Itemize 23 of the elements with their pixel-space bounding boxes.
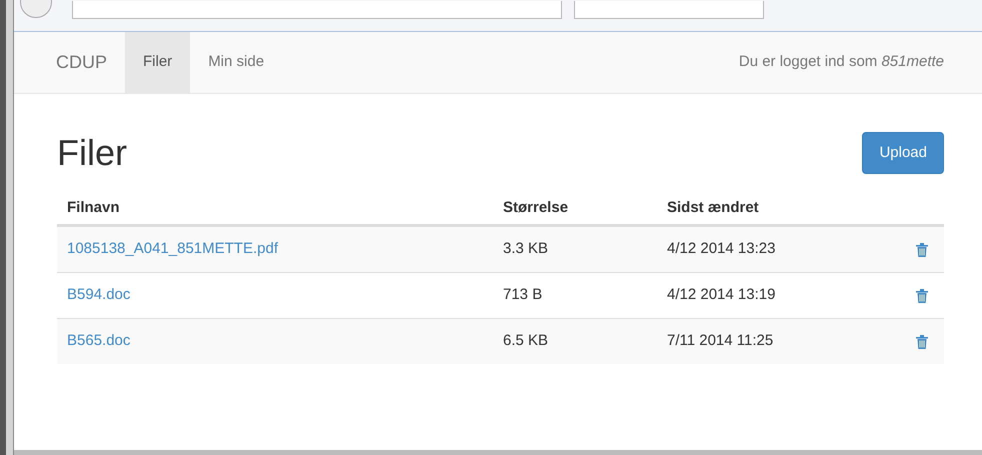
upload-button[interactable]: Upload bbox=[862, 132, 944, 174]
file-link[interactable]: B565.doc bbox=[67, 332, 130, 350]
table-cell-text: 7/11 2014 11:25 bbox=[666, 331, 774, 352]
login-status: Du er logget ind som 851mette bbox=[738, 52, 944, 72]
table-cell-text: 3.3 KB bbox=[502, 239, 550, 260]
nav-tab[interactable]: Min side bbox=[190, 32, 282, 93]
address-field[interactable] bbox=[72, 1, 562, 19]
table-cell-text: 4/12 2014 13:19 bbox=[666, 285, 776, 306]
column-header: Størrelse bbox=[502, 198, 570, 218]
table-cell-text: 4/12 2014 13:23 bbox=[666, 239, 776, 260]
trash-icon[interactable] bbox=[916, 334, 928, 348]
page-title: Filer bbox=[57, 135, 127, 171]
file-link[interactable]: 1085138_A041_851METTE.pdf bbox=[67, 240, 278, 258]
search-field[interactable] bbox=[574, 1, 764, 19]
column-header: Sidst ændret bbox=[666, 198, 760, 218]
brand-link[interactable]: CDUP bbox=[56, 32, 126, 93]
table-cell-text: 713 B bbox=[502, 285, 544, 306]
file-link[interactable]: B594.doc bbox=[67, 286, 130, 304]
trash-icon[interactable] bbox=[916, 288, 928, 302]
column-header: Filnavn bbox=[66, 198, 121, 218]
trash-icon[interactable] bbox=[916, 242, 928, 256]
nav-tab[interactable]: Filer bbox=[125, 32, 190, 93]
table-cell-text: 6.5 KB bbox=[502, 331, 550, 352]
